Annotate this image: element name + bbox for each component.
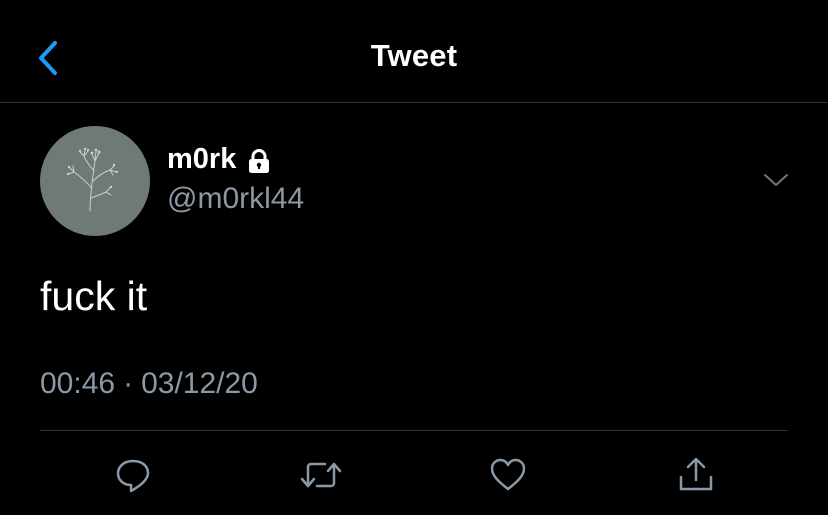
navigation-bar: Tweet [0, 0, 828, 103]
timestamp-separator: · [123, 367, 134, 400]
like-button[interactable] [486, 453, 530, 497]
chevron-down-icon [764, 174, 788, 186]
share-icon [679, 457, 713, 491]
tweet-menu-button[interactable] [762, 170, 790, 190]
reply-icon [116, 459, 150, 493]
retweet-icon [300, 462, 342, 488]
flower-illustration [66, 147, 119, 212]
tweet-date: 03/12/20 [141, 367, 258, 400]
page-title: Tweet [370, 38, 458, 73]
lock-icon [246, 148, 272, 174]
user-handle: @m0rkl44 [167, 182, 305, 215]
display-name: m0rk [167, 143, 237, 175]
like-icon [490, 458, 526, 491]
tweet-time: 00:46 [40, 367, 116, 400]
tweet-text: fuck it [40, 273, 148, 319]
share-button[interactable] [674, 453, 718, 497]
retweet-button[interactable] [299, 453, 343, 497]
author-name-row[interactable]: m0rk [167, 143, 272, 176]
divider [40, 430, 788, 431]
reply-button[interactable] [111, 453, 155, 497]
avatar[interactable] [40, 126, 150, 236]
tweet-timestamp: 00:46 · 03/12/20 [40, 367, 258, 401]
